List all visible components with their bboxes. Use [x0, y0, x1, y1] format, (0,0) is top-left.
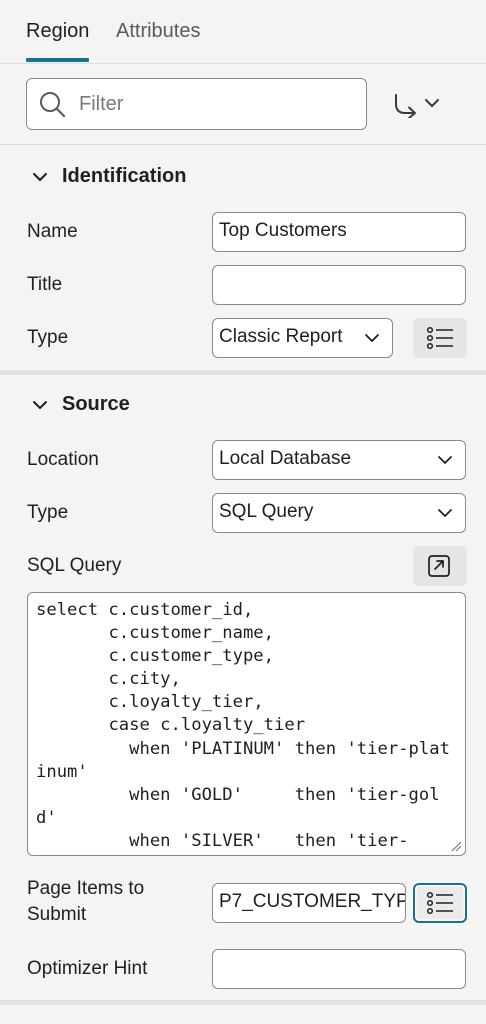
expand-editor-button[interactable] [413, 546, 467, 586]
page-items-label: Page Items to Submit [27, 878, 145, 925]
go-to-group-icon[interactable] [390, 92, 446, 118]
page-items-list-button[interactable] [413, 883, 467, 923]
sql-query-label: SQL Query [27, 555, 122, 576]
chevron-down-icon [438, 509, 452, 517]
list-icon [426, 326, 453, 350]
section-header-source[interactable]: Source [30, 393, 130, 416]
expand-icon [428, 555, 450, 577]
name-field[interactable]: Top Customers [212, 212, 466, 252]
sql-query-editor[interactable]: select c.customer_id, c.customer_name, c… [27, 592, 466, 856]
chevron-down-icon [33, 172, 47, 181]
section-divider [0, 1000, 486, 1005]
name-label: Name [27, 221, 78, 242]
location-value: Local Database [219, 448, 352, 469]
source-type-select[interactable]: SQL Query [212, 493, 466, 533]
divider [0, 144, 486, 145]
filter-box [26, 78, 367, 130]
title-field[interactable] [212, 265, 466, 305]
source-type-value: SQL Query [219, 501, 314, 522]
active-tab-indicator [26, 58, 89, 62]
region-type-select[interactable]: Classic Report [212, 318, 393, 358]
tab-bar: Region Attributes [0, 0, 486, 64]
location-label: Location [27, 449, 99, 470]
chevron-down-icon [365, 334, 379, 342]
region-type-value: Classic Report [219, 326, 343, 347]
optimizer-hint-field[interactable] [212, 949, 466, 989]
section-title: Source [62, 393, 130, 415]
chevron-down-icon [33, 400, 47, 409]
filter-row [0, 64, 486, 144]
list-icon [426, 891, 453, 915]
optimizer-hint-label: Optimizer Hint [27, 958, 148, 979]
type-label: Type [27, 327, 69, 348]
filter-input[interactable] [79, 89, 349, 119]
tab-attributes[interactable]: Attributes [116, 20, 200, 43]
section-title: Identification [62, 165, 187, 187]
list-button[interactable] [413, 318, 467, 358]
sql-query-text: select c.customer_id, c.customer_name, c… [36, 600, 450, 851]
section-divider [0, 370, 486, 375]
title-label: Title [27, 274, 63, 295]
source-type-label: Type [27, 502, 69, 523]
tab-region[interactable]: Region [26, 20, 89, 43]
search-icon [40, 92, 66, 118]
resize-handle-icon[interactable] [450, 840, 462, 852]
page-items-field[interactable]: P7_CUSTOMER_TYP [212, 883, 406, 923]
section-header-identification[interactable]: Identification [30, 165, 186, 188]
chevron-down-icon [438, 456, 452, 464]
location-select[interactable]: Local Database [212, 440, 466, 480]
